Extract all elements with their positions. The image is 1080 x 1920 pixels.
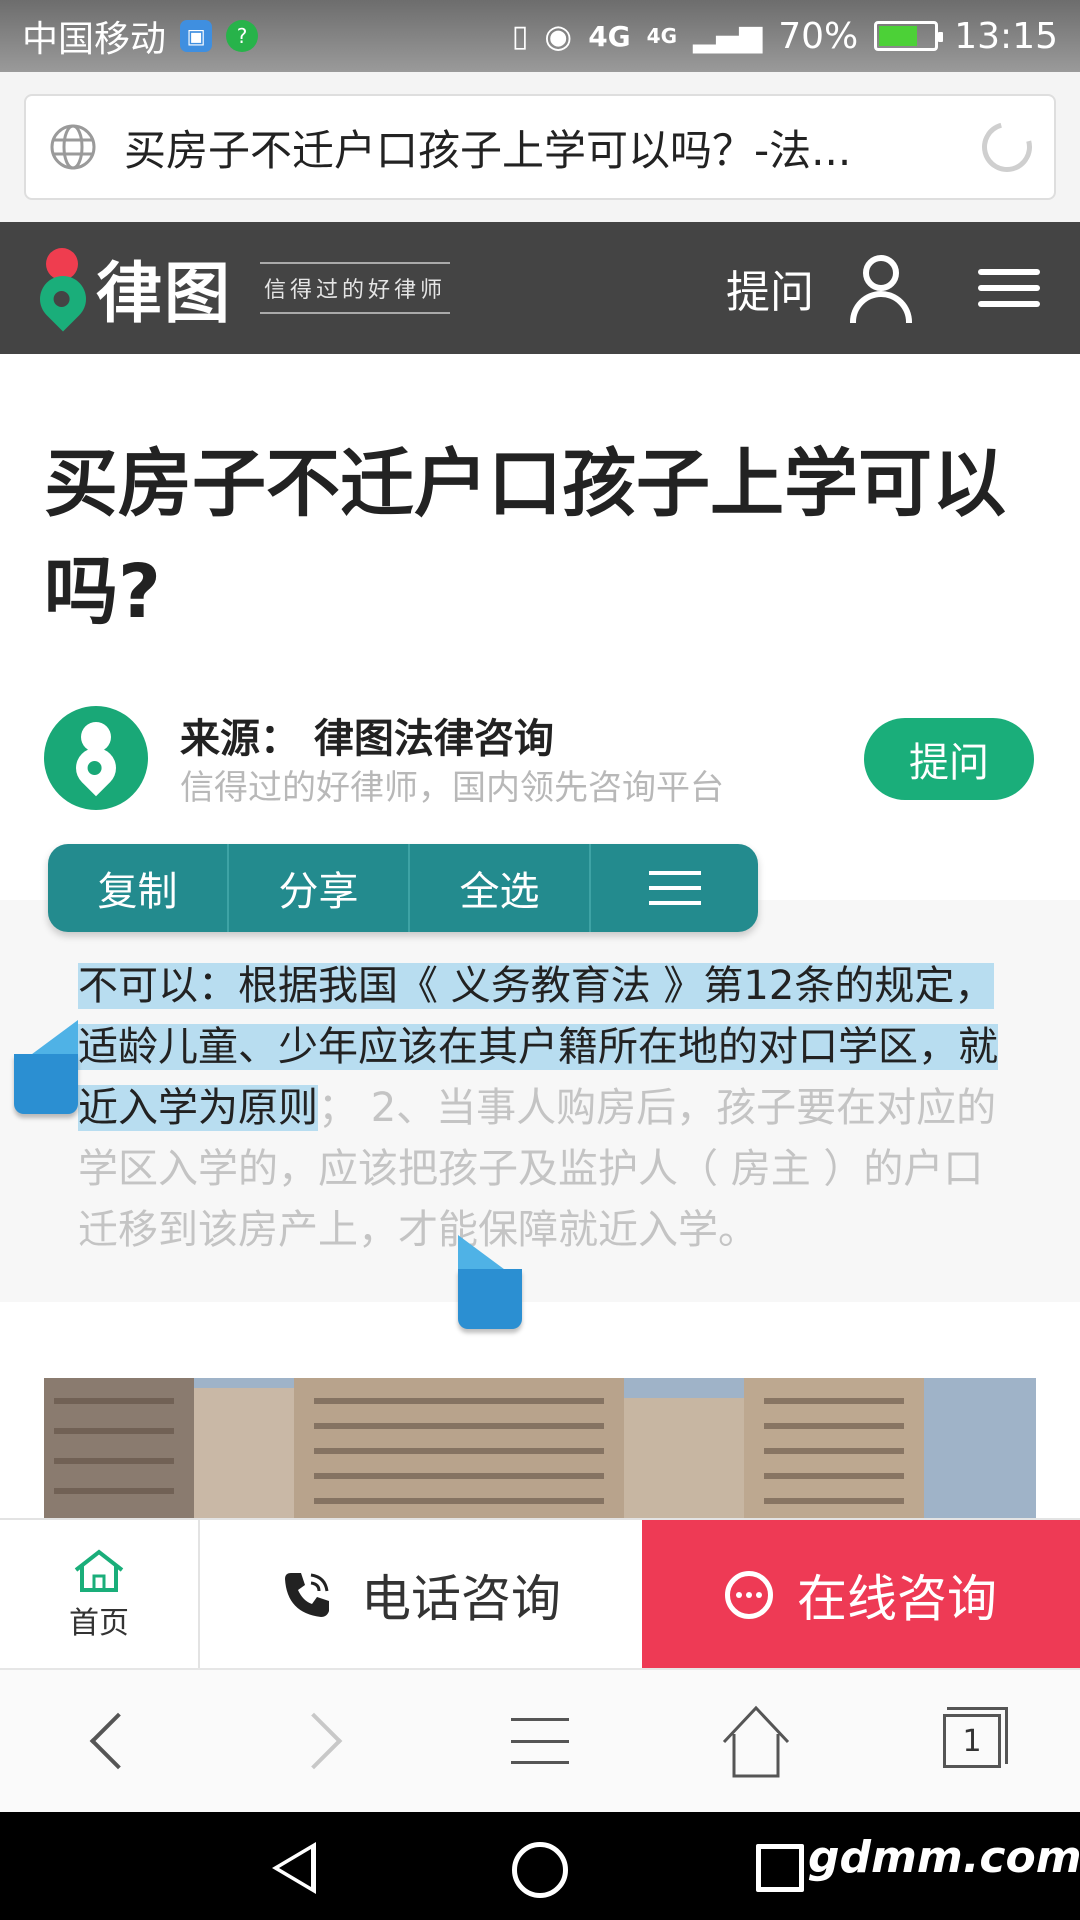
copy-button[interactable]: 复制	[48, 844, 229, 932]
answer-box: 不可以：根据我国《 义务教育法 》第12条的规定，适龄儿童、少年应该在其户籍所在…	[0, 900, 1080, 1302]
battery-fill	[879, 26, 918, 46]
reload-icon[interactable]	[972, 112, 1042, 182]
watermark: gdmm.com	[808, 1832, 1080, 1883]
select-all-button[interactable]: 全选	[410, 844, 591, 932]
header-ask-link[interactable]: 提问	[726, 256, 814, 320]
chevron-left-icon	[89, 1712, 147, 1770]
chevron-right-icon	[285, 1712, 343, 1770]
more-options-button[interactable]	[591, 844, 758, 932]
browser-menu-button[interactable]	[500, 1701, 580, 1781]
home-tab-label: 首页	[69, 1606, 129, 1641]
user-icon[interactable]	[846, 253, 916, 323]
page-title-url[interactable]: 买房子不迁户口孩子上学可以吗？-法...	[124, 117, 982, 178]
system-home-icon[interactable]	[512, 1842, 568, 1898]
article-title: 买房子不迁户口孩子上学可以吗?	[44, 441, 1006, 635]
home-icon	[722, 1705, 790, 1778]
clock: 13:15	[954, 15, 1058, 57]
globe-icon	[50, 124, 96, 170]
consult-action-bar: 首页 电话咨询 在线咨询	[0, 1518, 1080, 1670]
system-nav-bar: gdmm.com	[0, 1812, 1080, 1920]
status-bar: 中国移动 ▣ ? ▯ ◉ 4G 4G ▂▄▆ 70% 13:15	[0, 0, 1080, 72]
back-button[interactable]	[68, 1701, 148, 1781]
article-image	[44, 1378, 1036, 1518]
eye-icon: ◉	[544, 17, 573, 55]
address-bar[interactable]: 买房子不迁户口孩子上学可以吗？-法...	[24, 94, 1056, 200]
hamburger-menu-icon[interactable]	[978, 269, 1040, 307]
browser-toolbar: 1	[0, 1668, 1080, 1812]
battery-percent: 70%	[778, 15, 859, 57]
phone-consult-label: 电话咨询	[361, 1570, 561, 1628]
address-area: 买房子不迁户口孩子上学可以吗？-法...	[0, 72, 1080, 222]
site-header: 律图 信得过的好律师 提问	[0, 222, 1080, 354]
home-tab[interactable]: 首页	[0, 1520, 200, 1670]
system-recents-icon[interactable]	[756, 1844, 804, 1892]
source-name: 来源： 律图法律咨询	[180, 716, 554, 762]
source-description: 信得过的好律师，国内领先咨询平台	[180, 768, 724, 808]
tabs-button[interactable]: 1	[932, 1701, 1012, 1781]
online-consult-button[interactable]: 在线咨询	[642, 1520, 1080, 1670]
ask-button[interactable]: 提问	[864, 718, 1034, 800]
chat-bubble-icon	[725, 1571, 773, 1619]
home-icon	[74, 1549, 124, 1592]
site-logo[interactable]: 律图 信得过的好律师	[30, 240, 451, 336]
network-4g-label: 4G	[588, 19, 631, 53]
network-4g-signal-label: 4G	[646, 24, 678, 48]
signal-icon: ▂▄▆	[693, 18, 763, 54]
answer-text[interactable]: 不可以：根据我国《 义务教育法 》第12条的规定，适龄儿童、少年应该在其户籍所在…	[78, 956, 1022, 1261]
browser-home-button[interactable]	[716, 1701, 796, 1781]
selection-handle-start[interactable]	[14, 1020, 78, 1120]
share-button[interactable]: 分享	[229, 844, 410, 932]
menu-icon	[648, 871, 701, 905]
logo-text: 律图	[96, 255, 232, 332]
forward-button[interactable]	[284, 1701, 364, 1781]
vibrate-icon: ▯	[511, 18, 529, 54]
selection-handle-end[interactable]	[458, 1235, 522, 1335]
battery-icon	[874, 21, 944, 51]
logo-mark-icon	[30, 248, 96, 332]
source-avatar	[44, 706, 148, 810]
tab-count: 1	[962, 1723, 982, 1759]
phone-consult-button[interactable]: 电话咨询	[200, 1520, 642, 1670]
online-consult-label: 在线咨询	[797, 1570, 997, 1628]
logo-slogan: 信得过的好律师	[260, 262, 451, 314]
text-selection-menu: 复制 分享 全选	[48, 844, 758, 932]
tabs-icon: 1	[943, 1707, 1008, 1768]
menu-icon	[511, 1718, 569, 1764]
carrier-label: 中国移动	[22, 19, 167, 60]
system-back-icon[interactable]	[272, 1842, 316, 1894]
phone-icon	[285, 1573, 329, 1617]
gallery-icon: ▣	[180, 20, 213, 52]
question-app-icon: ?	[226, 20, 259, 52]
source-block: 来源： 律图法律咨询 信得过的好律师，国内领先咨询平台 提问	[44, 706, 1044, 816]
